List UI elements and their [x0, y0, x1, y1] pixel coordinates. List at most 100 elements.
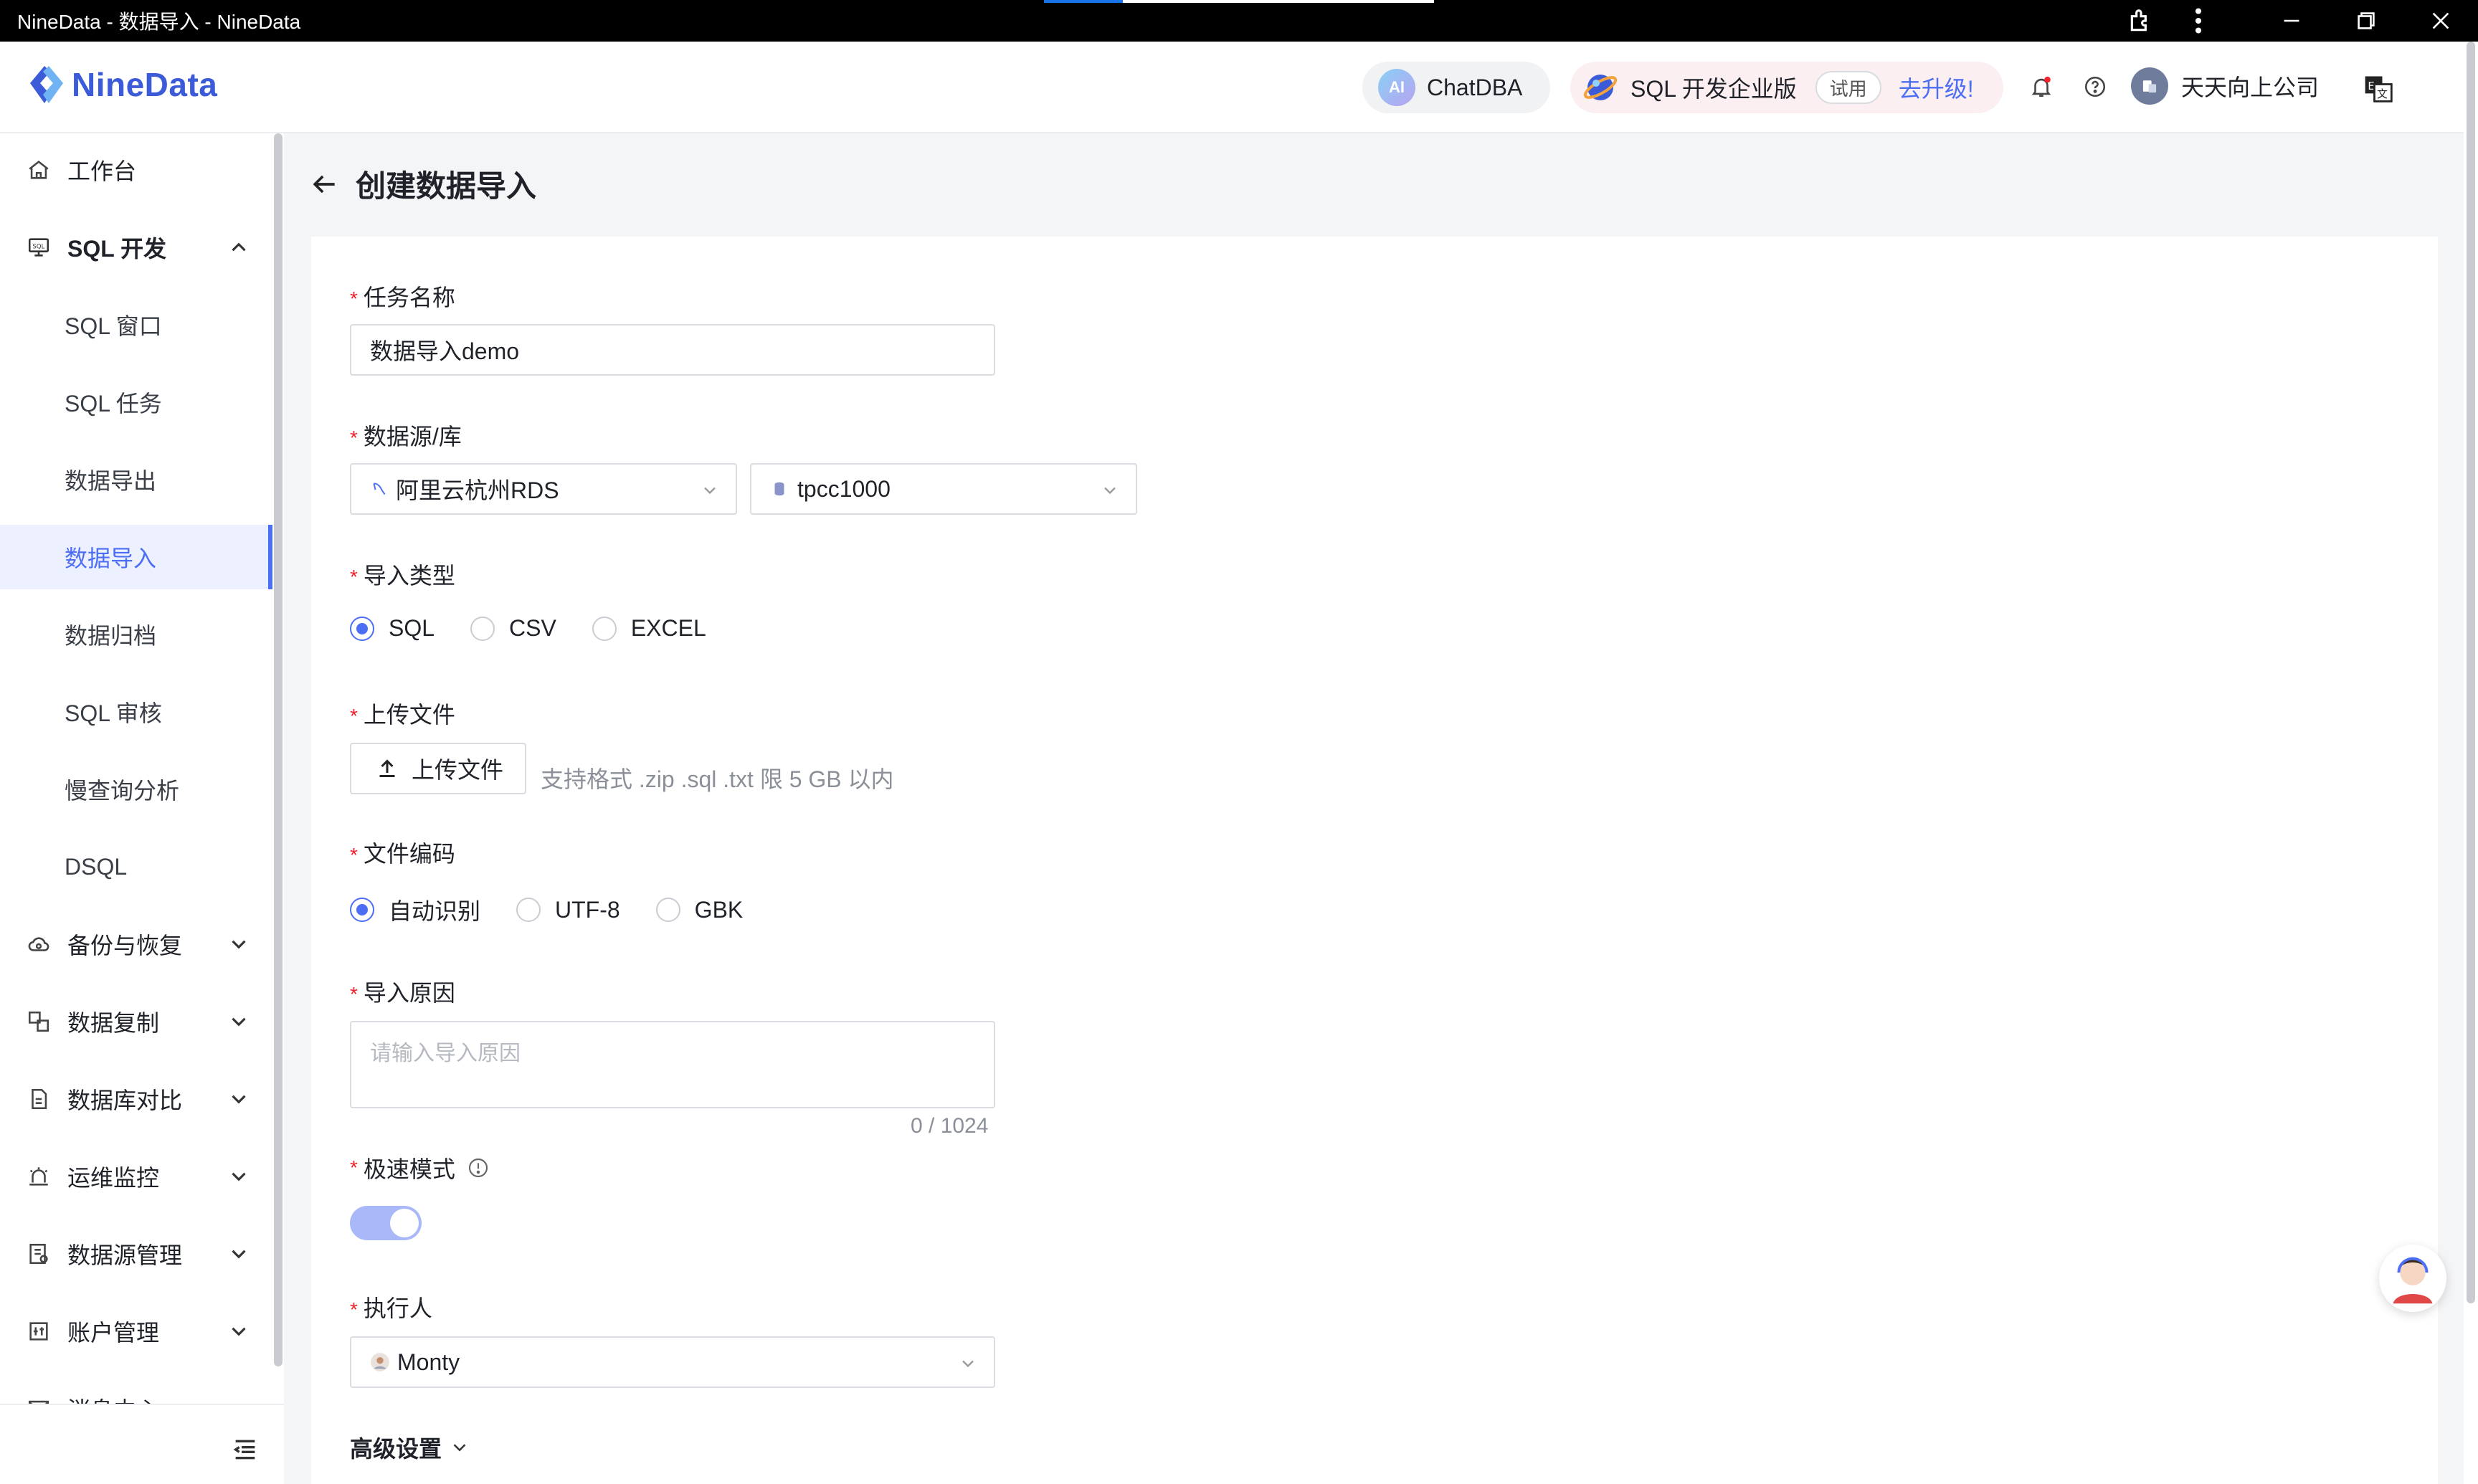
page-title: 创建数据导入: [356, 169, 537, 203]
chevron-down-icon: [232, 1017, 246, 1027]
import-type-radio-group: SQL CSV EXCEL: [350, 615, 742, 642]
radio-utf8[interactable]: UTF-8: [516, 897, 620, 923]
svg-text:SQL: SQL: [33, 243, 45, 250]
sidebar-item-label: 数据库对比: [67, 1088, 183, 1113]
copy-icon: [24, 1007, 53, 1036]
task-name-label: * 任务名称: [350, 285, 455, 310]
notification-bell-icon[interactable]: [2025, 70, 2058, 103]
reason-textarea[interactable]: 请输入导入原因: [350, 1021, 995, 1108]
back-arrow-icon[interactable]: [308, 168, 340, 200]
sidebar-item-label: 工作台: [67, 158, 137, 184]
task-name-input[interactable]: 数据导入demo: [350, 324, 995, 376]
sidebar-item-account[interactable]: 账户管理: [0, 1299, 272, 1364]
radio-csv[interactable]: CSV: [470, 615, 556, 642]
language-switch-icon[interactable]: En文: [2362, 72, 2395, 105]
upload-file-button[interactable]: 上传文件: [350, 743, 526, 794]
executor-label: * 执行人: [350, 1295, 432, 1321]
svg-text:文: 文: [2377, 88, 2388, 100]
sidebar-item-data-import[interactable]: 数据导入: [0, 525, 272, 589]
info-icon[interactable]: [467, 1156, 490, 1179]
sql-monitor-icon: SQL: [24, 233, 53, 262]
sidebar-item-slow-query[interactable]: 慢查询分析: [0, 757, 272, 822]
chevron-down-icon: [1104, 487, 1116, 495]
chatdba-label: ChatDBA: [1427, 74, 1523, 100]
advanced-settings-label: 高级设置: [350, 1436, 442, 1462]
help-icon[interactable]: [2079, 70, 2112, 103]
app-header: NineData AI ChatDBA SQL 开发企业版 试用 去升级! 天天…: [0, 42, 2478, 133]
cloud-backup-icon: [24, 930, 53, 959]
radio-gbk[interactable]: GBK: [655, 897, 743, 923]
chevron-down-icon: [453, 1444, 466, 1452]
sidebar-item-monitoring[interactable]: 运维监控: [0, 1144, 272, 1209]
chevron-down-icon: [232, 1172, 246, 1181]
sidebar-item-label: SQL 窗口: [65, 313, 162, 339]
sidebar-item-sql-task[interactable]: SQL 任务: [0, 370, 272, 434]
edition-upgrade-pill[interactable]: SQL 开发企业版 试用 去升级!: [1570, 62, 2003, 113]
sidebar-item-datasource[interactable]: 数据源管理: [0, 1222, 272, 1286]
fast-mode-label: * 极速模式: [350, 1151, 490, 1184]
sidebar-item-data-export[interactable]: 数据导出: [0, 447, 272, 512]
alarm-icon: [24, 1162, 53, 1191]
chevron-down-icon: [232, 1327, 246, 1336]
sidebar-item-data-archive[interactable]: 数据归档: [0, 602, 272, 667]
sidebar-scrollbar[interactable]: [274, 133, 283, 1366]
sidebar-item-sql-review[interactable]: SQL 审核: [0, 680, 272, 744]
sidebar-item-db-compare[interactable]: 数据库对比: [0, 1067, 272, 1131]
chatdba-button[interactable]: AI ChatDBA: [1362, 62, 1550, 113]
sidebar-item-sql-dev[interactable]: SQL SQL 开发: [0, 215, 272, 280]
ai-robot-icon: AI: [1378, 69, 1415, 106]
close-window-button[interactable]: [2403, 0, 2478, 42]
sidebar-item-label: SQL 任务: [65, 391, 162, 417]
sidebar-item-label: 数据源管理: [67, 1242, 183, 1268]
more-menu-icon[interactable]: [2170, 0, 2227, 42]
support-assistant-button[interactable]: [2379, 1245, 2446, 1312]
sidebar-item-dsql[interactable]: DSQL: [0, 834, 272, 899]
chevron-down-icon: [232, 940, 246, 949]
sidebar-item-backup[interactable]: 备份与恢复: [0, 912, 272, 976]
sidebar-item-label: 慢查询分析: [65, 778, 180, 804]
reason-label: * 导入原因: [350, 980, 455, 1006]
chevron-down-icon: [232, 1250, 246, 1259]
extensions-icon[interactable]: [2112, 0, 2170, 42]
datasource-select[interactable]: 阿里云杭州RDS: [350, 463, 737, 515]
sidebar-item-replication[interactable]: 数据复制: [0, 989, 272, 1054]
minimize-button[interactable]: [2254, 0, 2329, 42]
edition-label: SQL 开发企业版: [1630, 76, 1797, 102]
page-header: 创建数据导入: [308, 162, 536, 206]
sidebar-item-sql-window[interactable]: SQL 窗口: [0, 292, 272, 357]
database-select[interactable]: tpcc1000: [750, 463, 1137, 515]
user-avatar-icon: [371, 1353, 389, 1371]
task-name-value: 数据导入demo: [370, 338, 520, 364]
sidebar-item-label: 账户管理: [67, 1320, 160, 1346]
sidebar-item-label: 数据导入: [65, 546, 157, 571]
upgrade-link[interactable]: 去升级!: [1899, 71, 1974, 104]
form-card: [311, 237, 2438, 1484]
encoding-label: * 文件编码: [350, 841, 455, 867]
window-title: NineData - 数据导入 - NineData: [17, 11, 301, 33]
drag-indicator: [1044, 0, 1434, 3]
radio-auto-detect[interactable]: 自动识别: [350, 893, 480, 926]
sidebar-item-label: 数据复制: [67, 1010, 160, 1036]
account-icon: [24, 1317, 53, 1346]
radio-excel[interactable]: EXCEL: [592, 615, 706, 642]
trial-badge: 试用: [1815, 71, 1881, 104]
import-type-label: * 导入类型: [350, 563, 455, 589]
mysql-dolphin-icon: [373, 482, 386, 495]
fast-mode-toggle[interactable]: [350, 1206, 422, 1240]
collapse-sidebar-icon[interactable]: [231, 1435, 260, 1464]
ninedata-logo-icon: [30, 66, 63, 103]
company-switcher[interactable]: 天天向上公司: [2131, 67, 2319, 105]
upload-button-label: 上传文件: [412, 757, 504, 783]
restore-button[interactable]: [2329, 0, 2403, 42]
sidebar-item-label: 备份与恢复: [67, 933, 183, 959]
executor-value: Monty: [397, 1349, 460, 1375]
ninedata-logo[interactable]: NineData: [24, 63, 217, 106]
sidebar-item-workbench[interactable]: 工作台: [0, 138, 272, 202]
radio-sql[interactable]: SQL: [350, 615, 435, 642]
sidebar-item-label: SQL 审核: [65, 700, 162, 726]
executor-select[interactable]: Monty: [350, 1336, 995, 1388]
page-scrollbar[interactable]: [2464, 42, 2478, 1484]
sidebar-item-label: DSQL: [65, 853, 128, 880]
advanced-settings-toggle[interactable]: 高级设置: [350, 1431, 470, 1464]
encoding-radio-group: 自动识别 UTF-8 GBK: [350, 893, 779, 926]
